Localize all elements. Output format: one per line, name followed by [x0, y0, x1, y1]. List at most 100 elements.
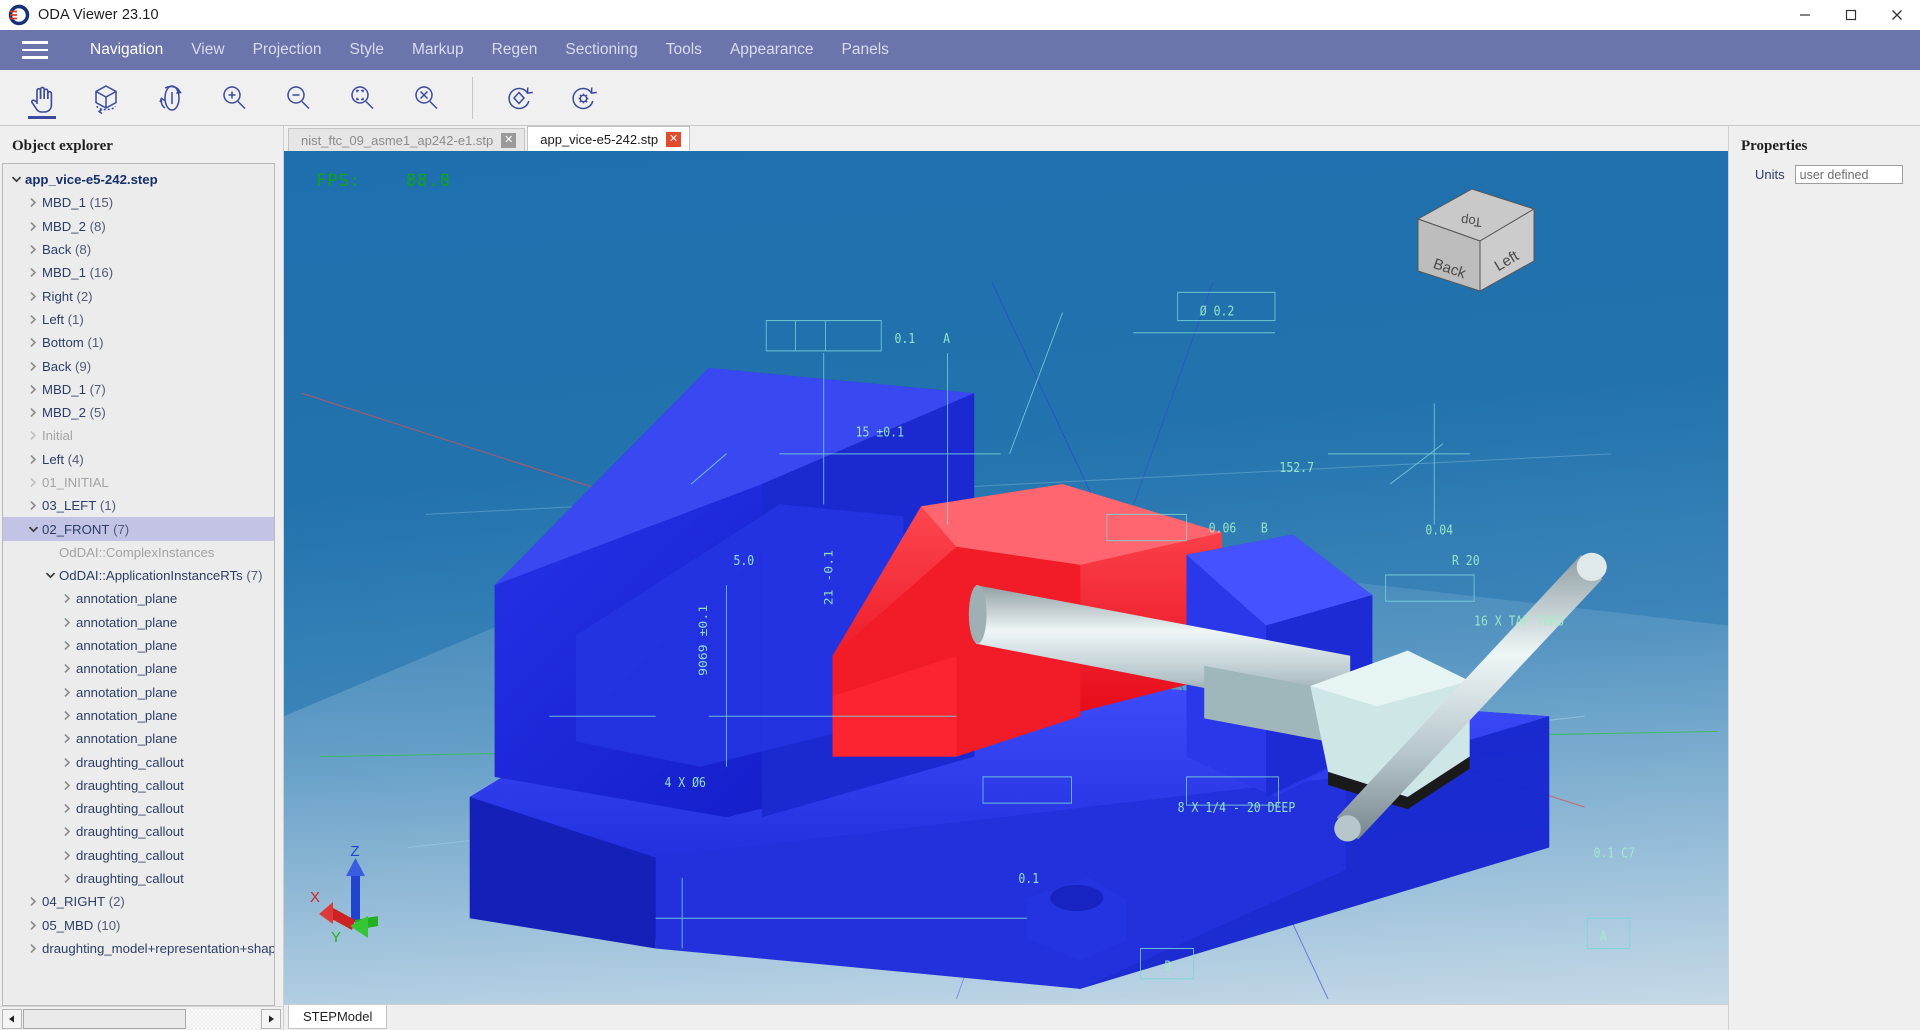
regen-settings-icon[interactable] — [551, 73, 615, 123]
chevron-right-icon[interactable] — [24, 315, 42, 324]
scrollbar-track[interactable] — [23, 1008, 260, 1029]
units-input[interactable] — [1794, 165, 1903, 184]
chevron-right-icon[interactable] — [58, 617, 76, 627]
orbit-cube-icon[interactable] — [74, 73, 138, 123]
tree-item[interactable]: annotation_plane — [3, 657, 274, 680]
menu-item-view[interactable]: View — [177, 30, 238, 70]
hamburger-menu-icon[interactable] — [16, 35, 54, 65]
zoom-extents-icon[interactable] — [394, 73, 458, 123]
tree-horizontal-scrollbar[interactable] — [0, 1006, 283, 1030]
tree-item[interactable]: Back (9) — [3, 354, 274, 377]
tree-item[interactable]: annotation_plane — [3, 587, 274, 610]
chevron-right-icon[interactable] — [24, 944, 42, 953]
chevron-right-icon[interactable] — [58, 734, 76, 744]
chevron-right-icon[interactable] — [24, 501, 42, 511]
menu-item-appearance[interactable]: Appearance — [716, 30, 828, 70]
tree-item[interactable]: Back (8) — [3, 238, 274, 261]
chevron-right-icon[interactable] — [58, 664, 76, 674]
menu-item-regen[interactable]: Regen — [478, 30, 552, 70]
chevron-right-icon[interactable] — [24, 361, 42, 371]
tree-item[interactable]: MBD_2 (5) — [3, 401, 274, 424]
tree-item[interactable]: annotation_plane — [3, 704, 274, 727]
tree-item[interactable]: annotation_plane — [3, 634, 274, 657]
menu-item-style[interactable]: Style — [336, 30, 398, 70]
pan-icon[interactable] — [10, 73, 74, 123]
chevron-right-icon[interactable] — [24, 291, 42, 301]
menu-item-navigation[interactable]: Navigation — [76, 30, 177, 70]
chevron-right-icon[interactable] — [58, 594, 76, 604]
document-tab-1[interactable]: app_vice-e5-242.stp ✕ — [527, 126, 691, 151]
tree-item[interactable]: draughting_callout — [3, 750, 274, 773]
scrollbar-thumb[interactable] — [23, 1008, 186, 1029]
chevron-right-icon[interactable] — [58, 827, 76, 837]
scroll-left-arrow-icon[interactable] — [2, 1008, 22, 1029]
tree-item[interactable]: Right (2) — [3, 284, 274, 307]
close-button[interactable] — [1874, 0, 1920, 30]
chevron-down-icon[interactable] — [41, 571, 59, 580]
tree-item[interactable]: 03_LEFT (1) — [3, 494, 274, 517]
object-tree-container[interactable]: app_vice-e5-242.step MBD_1 (15) MBD_2 (8) B… — [2, 163, 275, 1006]
tree-item[interactable]: MBD_1 (15) — [3, 191, 274, 214]
menu-item-panels[interactable]: Panels — [828, 30, 903, 70]
regen-view-icon[interactable] — [487, 73, 551, 123]
document-tab-0[interactable]: nist_ftc_09_asme1_ap242-e1.stp ✕ — [288, 128, 526, 151]
tree-item[interactable]: MBD_2 (8) — [3, 215, 274, 238]
tree-item[interactable]: OdDAI::ApplicationInstanceRTs (7) — [3, 564, 274, 587]
step-model-tab[interactable]: STEPModel — [288, 1005, 388, 1029]
tree-item[interactable]: Initial — [3, 424, 274, 447]
scroll-right-arrow-icon[interactable] — [261, 1008, 281, 1029]
tree-item[interactable]: draughting_callout — [3, 844, 274, 867]
chevron-right-icon[interactable] — [58, 874, 76, 883]
chevron-right-icon[interactable] — [58, 687, 76, 697]
menu-item-tools[interactable]: Tools — [652, 30, 716, 70]
3d-viewport[interactable]: 0.1 A 152.7 0.06 B 15 ±0.1 Ø 0.2 4 X Ø6 0.… — [284, 151, 1728, 1004]
chevron-right-icon[interactable] — [58, 711, 76, 720]
minimize-button[interactable] — [1782, 0, 1828, 30]
tree-item[interactable]: Left (4) — [3, 448, 274, 471]
chevron-right-icon[interactable] — [58, 781, 76, 790]
tree-item[interactable]: MBD_1 (7) — [3, 378, 274, 401]
tree-item[interactable]: draughting_callout — [3, 820, 274, 843]
chevron-down-icon[interactable] — [24, 525, 42, 534]
tree-item[interactable]: Bottom (1) — [3, 331, 274, 354]
chevron-right-icon[interactable] — [24, 431, 42, 441]
swivel-icon[interactable] — [138, 73, 202, 123]
tree-item[interactable]: 01_INITIAL — [3, 471, 274, 494]
chevron-right-icon[interactable] — [24, 268, 42, 278]
tree-item[interactable]: annotation_plane — [3, 727, 274, 750]
maximize-button[interactable] — [1828, 0, 1874, 30]
chevron-right-icon[interactable] — [58, 804, 76, 813]
menu-item-projection[interactable]: Projection — [239, 30, 336, 70]
tree-item[interactable]: draughting_callout — [3, 797, 274, 820]
zoom-in-icon[interactable] — [202, 73, 266, 123]
chevron-right-icon[interactable] — [24, 897, 42, 907]
chevron-right-icon[interactable] — [24, 198, 42, 208]
tree-item[interactable]: draughting_callout — [3, 774, 274, 797]
tree-item[interactable]: annotation_plane — [3, 681, 274, 704]
view-cube[interactable]: Top Back Left — [1410, 181, 1542, 299]
menu-item-sectioning[interactable]: Sectioning — [551, 30, 651, 70]
chevron-right-icon[interactable] — [58, 757, 76, 767]
tree-item[interactable]: app_vice-e5-242.step — [3, 168, 274, 191]
tree-item[interactable]: annotation_plane — [3, 611, 274, 634]
chevron-right-icon[interactable] — [24, 920, 42, 930]
chevron-right-icon[interactable] — [58, 850, 76, 860]
tree-item[interactable]: 04_RIGHT (2) — [3, 890, 274, 913]
tree-item[interactable]: draughting_model+representation+shap — [3, 937, 274, 960]
chevron-right-icon[interactable] — [24, 245, 42, 254]
tab-close-icon[interactable]: ✕ — [666, 131, 682, 147]
chevron-right-icon[interactable] — [24, 221, 42, 231]
chevron-right-icon[interactable] — [24, 408, 42, 417]
tree-item[interactable]: draughting_callout — [3, 867, 274, 890]
tab-close-icon[interactable]: ✕ — [501, 132, 517, 148]
chevron-down-icon[interactable] — [7, 175, 25, 184]
tree-item[interactable]: MBD_1 (16) — [3, 261, 274, 284]
chevron-right-icon[interactable] — [24, 385, 42, 394]
tree-item[interactable]: OdDAI::ComplexInstances — [3, 541, 274, 564]
chevron-right-icon[interactable] — [24, 338, 42, 348]
zoom-out-icon[interactable] — [266, 73, 330, 123]
chevron-right-icon[interactable] — [58, 641, 76, 650]
tree-item[interactable]: 05_MBD (10) — [3, 914, 274, 937]
menu-item-markup[interactable]: Markup — [398, 30, 478, 70]
chevron-right-icon[interactable] — [24, 454, 42, 464]
